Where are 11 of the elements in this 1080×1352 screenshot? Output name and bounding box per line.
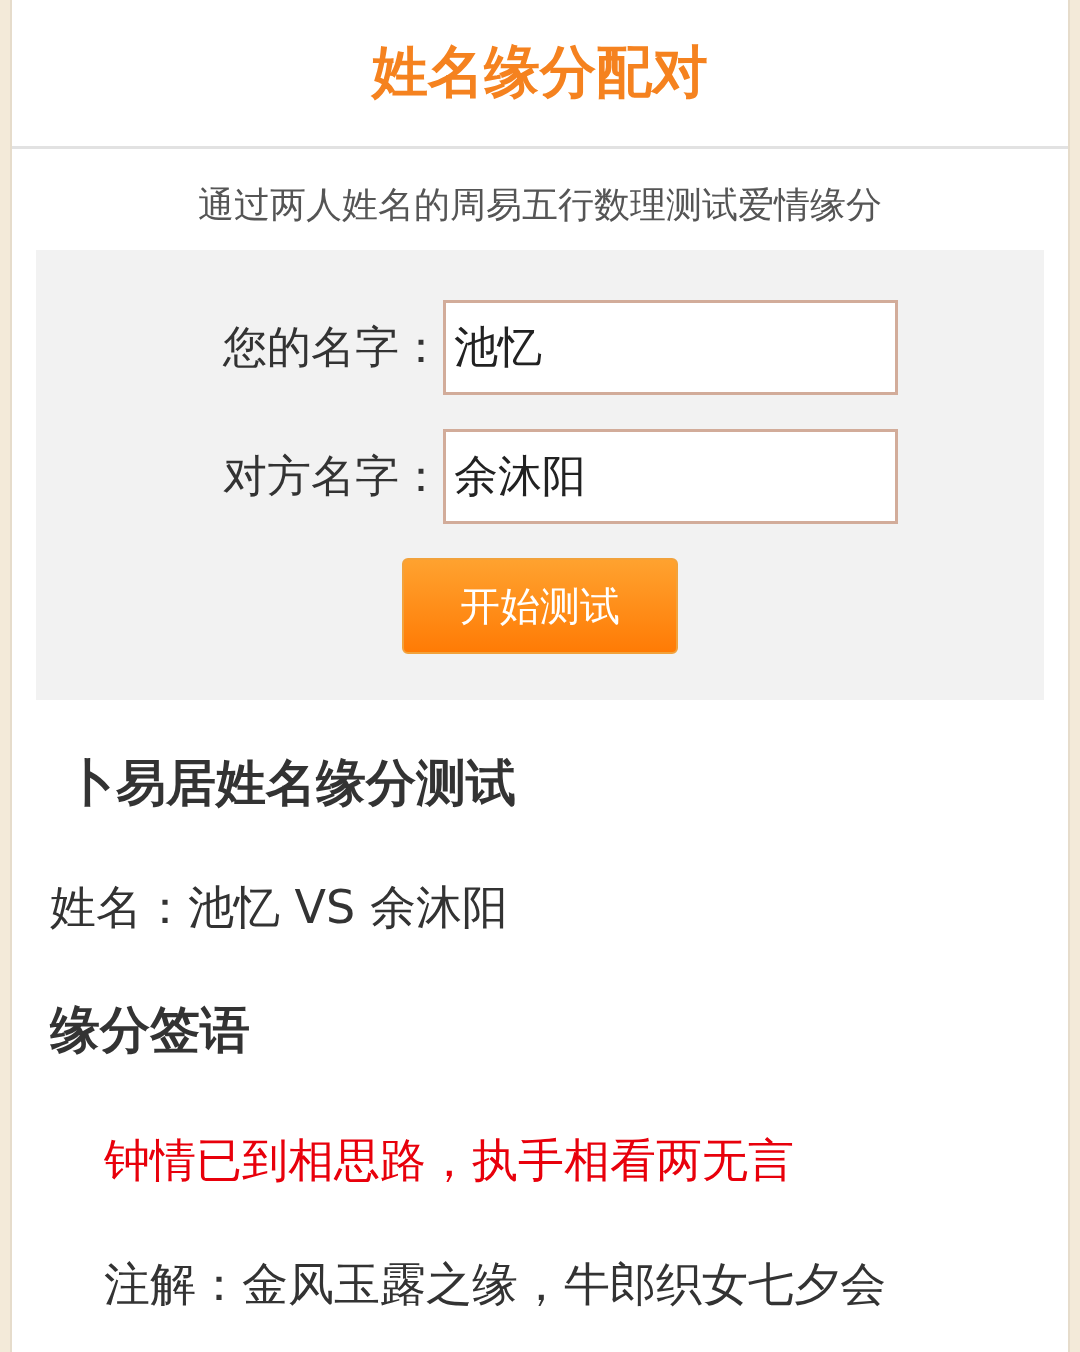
verse-text: 钟情已到相思路，执手相看两无言 [104,1132,795,1189]
name-input[interactable]: 余沐阳 [442,429,898,524]
section-heading: 缘分签语 [50,1000,251,1061]
result-heading: 卜易居姓名缘分测试 [66,753,517,814]
subtitle: 通过两人姓名的周易五行数理测试爱情缘分 [197,183,883,227]
names-line: 姓名：池忆 VS 余沐阳 [50,879,509,936]
name-input[interactable]: 池忆 [442,300,898,395]
note-text: 注解：金风玉露之缘，牛郎织女七夕会 [104,1256,887,1313]
field-label: 对方名字： [221,449,443,503]
field-label: 您的名字： [221,320,443,374]
page-title: 姓名缘分配对 [372,38,708,106]
